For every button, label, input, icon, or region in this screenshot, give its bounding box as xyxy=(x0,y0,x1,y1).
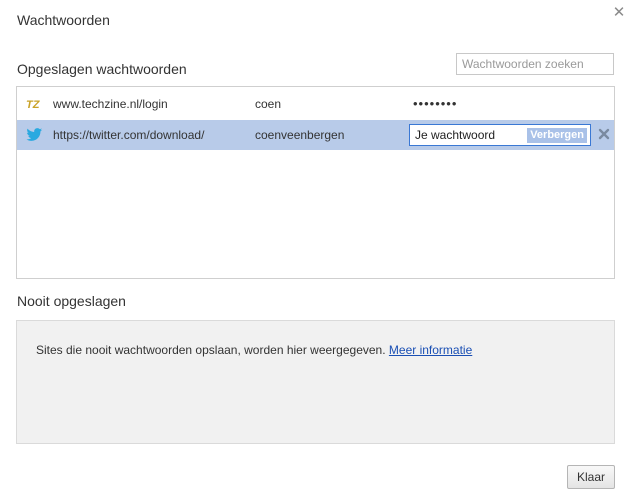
password-dialog: Wachtwoorden ✕ Opgeslagen wachtwoorden T… xyxy=(0,0,633,504)
never-saved-heading: Nooit opgeslagen xyxy=(17,293,126,309)
hide-password-button[interactable]: Verbergen xyxy=(527,128,587,143)
saved-passwords-heading: Opgeslagen wachtwoorden xyxy=(17,61,187,77)
site-url: https://twitter.com/download/ xyxy=(53,128,205,142)
password-text: Je wachtwoord xyxy=(415,128,496,142)
username: coenveenbergen xyxy=(255,128,345,142)
close-icon[interactable]: ✕ xyxy=(609,4,629,24)
password-row-selected[interactable]: https://twitter.com/download/ coenveenbe… xyxy=(17,120,614,150)
site-url: www.techzine.nl/login xyxy=(53,97,168,111)
saved-passwords-list: TZ www.techzine.nl/login coen •••••••• h… xyxy=(16,86,615,279)
search-input[interactable] xyxy=(456,53,614,75)
svg-text:TZ: TZ xyxy=(26,99,41,111)
done-button[interactable]: Klaar xyxy=(567,465,615,489)
dialog-title: Wachtwoorden xyxy=(17,12,110,28)
learn-more-link[interactable]: Meer informatie xyxy=(389,343,472,357)
masked-password: •••••••• xyxy=(413,96,458,111)
password-field[interactable]: Je wachtwoord Verbergen xyxy=(409,124,591,146)
never-saved-list: Sites die nooit wachtwoorden opslaan, wo… xyxy=(16,320,615,444)
never-saved-description: Sites die nooit wachtwoorden opslaan, wo… xyxy=(36,343,386,357)
never-saved-message: Sites die nooit wachtwoorden opslaan, wo… xyxy=(36,343,472,357)
username: coen xyxy=(255,97,282,111)
delete-icon[interactable] xyxy=(597,127,611,141)
techzine-favicon: TZ xyxy=(26,99,41,111)
password-row[interactable]: TZ www.techzine.nl/login coen •••••••• xyxy=(17,89,614,119)
twitter-favicon xyxy=(26,128,43,141)
